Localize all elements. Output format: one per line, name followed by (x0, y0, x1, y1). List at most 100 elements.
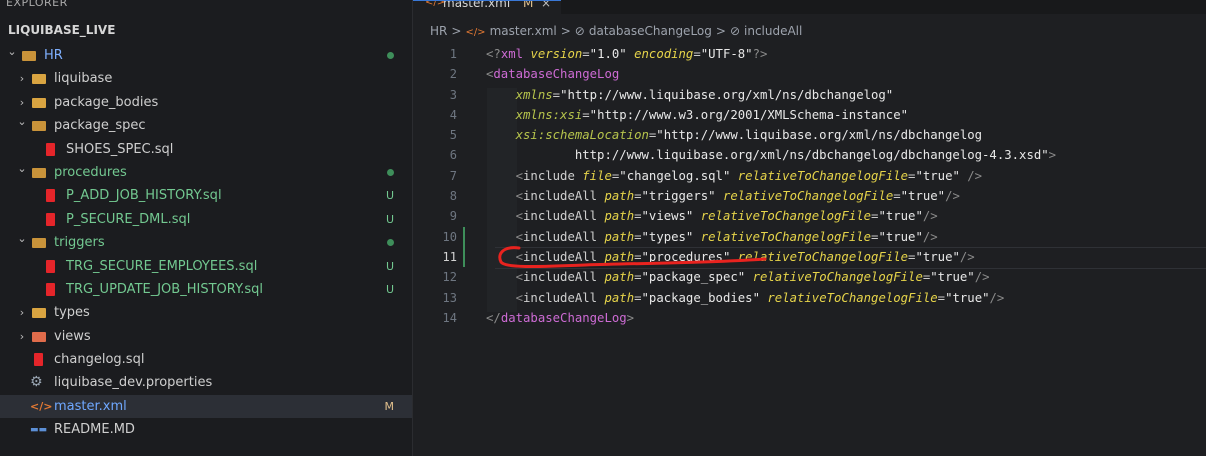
file-tree: ⌄ HR › liquibase › package_bodies ⌄ package_spe… (0, 44, 412, 442)
tree-item-label: P_ADD_JOB_HISTORY.sql (66, 188, 222, 204)
code-line[interactable]: 14 </databaseChangeLog> (413, 308, 1206, 328)
breadcrumb-item[interactable]: HR (430, 24, 447, 38)
code-line[interactable]: 1 <?xml version="1.0" encoding="UTF-8"?> (413, 44, 1206, 64)
tree-item-trg-update-job-history-sql[interactable]: TRG_UPDATE_JOB_HISTORY.sql U (0, 278, 412, 301)
code-text: <includeAll path="triggers" relativeToCh… (515, 189, 960, 204)
markdown-file-icon: ▬▬ (30, 425, 48, 436)
line-number: 13 (442, 290, 457, 305)
code-text: <?xml version="1.0" encoding="UTF-8"?> (486, 47, 768, 61)
line-number: 4 (449, 107, 457, 122)
tree-item-changelog-sql[interactable]: changelog.sql (0, 348, 412, 371)
git-status-dot (387, 239, 394, 247)
git-status-badge: U (385, 212, 394, 226)
code-line[interactable]: 2 <databaseChangeLog (413, 64, 1206, 84)
xml-file-icon: </> (30, 399, 53, 413)
tree-item-package-spec[interactable]: ⌄ package_spec (0, 114, 412, 137)
breadcrumb-item[interactable]: master.xml (490, 24, 557, 38)
code-text: <includeAll path="views" relativeToChang… (515, 209, 938, 224)
tree-item-label: liquibase (54, 71, 113, 87)
code-line[interactable]: 7 <include file="changelog.sql" relative… (413, 166, 1206, 186)
xml-file-icon: </> (465, 27, 486, 38)
chevron-right-icon[interactable]: › (16, 301, 28, 324)
breadcrumb-item[interactable]: databaseChangeLog (589, 24, 712, 38)
explorer-sidebar: EXPLORER ··· LIQUIBASE_LIVE ⌄ HR › liquibas… (0, 0, 413, 456)
sql-file-icon (46, 259, 55, 273)
sql-file-icon (46, 282, 55, 296)
tree-item-label: TRG_SECURE_EMPLOYEES.sql (66, 258, 258, 274)
line-number: 1 (449, 47, 457, 61)
folder-icon (32, 331, 46, 342)
line-number: 9 (449, 209, 457, 224)
code-line[interactable]: 11 <includeAll path="procedures" relativ… (413, 246, 1206, 267)
git-change-marker (463, 246, 465, 267)
line-number: 8 (449, 189, 457, 204)
tree-item-label: SHOES_SPEC.sql (66, 141, 174, 157)
chevron-right-icon[interactable]: › (16, 67, 28, 90)
code-line[interactable]: 8 <includeAll path="triggers" relativeTo… (413, 186, 1206, 206)
line-number: 12 (442, 270, 457, 285)
tree-item-shoes-spec-sql[interactable]: SHOES_SPEC.sql (0, 138, 412, 161)
breadcrumb-item[interactable]: includeAll (744, 24, 802, 38)
tree-item-procedures[interactable]: ⌄ procedures (0, 161, 412, 184)
tree-item-p-secure-dml-sql[interactable]: P_SECURE_DML.sql U (0, 208, 412, 231)
code-line[interactable]: 3 xmlns="http://www.liquibase.org/xml/ns… (413, 85, 1206, 105)
tab-master-xml[interactable]: </> master.xml M × (413, 0, 561, 15)
git-status-dot (387, 52, 394, 59)
line-number: 10 (442, 229, 457, 244)
code-editor[interactable]: 1 <?xml version="1.0" encoding="UTF-8"?> 2… (413, 44, 1206, 328)
workspace-root[interactable]: LIQUIBASE_LIVE (8, 23, 115, 37)
close-icon[interactable]: × (541, 1, 551, 10)
code-text: <includeAll path="procedures" relativeTo… (515, 249, 975, 264)
chevron-right-icon[interactable]: › (16, 325, 28, 348)
tree-item-p-add-job-history-sql[interactable]: P_ADD_JOB_HISTORY.sql U (0, 184, 412, 207)
code-text: <databaseChangeLog (486, 67, 620, 82)
chevron-down-icon[interactable]: ⌄ (6, 40, 18, 63)
sql-file-icon (46, 142, 55, 156)
breadcrumb-separator: > (451, 24, 462, 38)
tree-item-liquibase[interactable]: › liquibase (0, 67, 412, 90)
git-status-badge: U (385, 259, 394, 273)
code-line[interactable]: 9 <includeAll path="views" relativeToCha… (413, 206, 1206, 226)
folder-open-icon (32, 167, 46, 178)
tree-item-trg-secure-employees-sql[interactable]: TRG_SECURE_EMPLOYEES.sql U (0, 255, 412, 278)
line-number: 14 (442, 310, 457, 325)
tree-item-label: procedures (54, 164, 127, 180)
code-text: xmlns:xsi="http://www.w3.org/2001/XMLSch… (515, 107, 909, 122)
code-text: <includeAll path="package_bodies" relati… (515, 290, 1005, 305)
breadcrumb-separator: > (560, 24, 571, 38)
tree-item-types[interactable]: › types (0, 301, 412, 324)
git-status-badge: U (385, 189, 394, 203)
folder-open-icon (32, 121, 46, 132)
tree-item-views[interactable]: › views (0, 325, 412, 348)
code-text: <include file="changelog.sql" relativeTo… (515, 168, 983, 183)
chevron-down-icon[interactable]: ⌄ (16, 110, 28, 133)
code-line[interactable]: 6 http://www.liquibase.org/xml/ns/dbchan… (413, 145, 1206, 165)
code-line[interactable]: 4 xmlns:xsi="http://www.w3.org/2001/XMLS… (413, 105, 1206, 125)
ellipsis-icon[interactable]: ··· (375, 0, 390, 7)
folder-icon (32, 97, 46, 108)
element-icon: ⊘ (729, 24, 740, 38)
code-line[interactable]: 12 <includeAll path="package_spec" relat… (413, 267, 1206, 287)
code-text: </databaseChangeLog> (486, 310, 635, 325)
code-line[interactable]: 5 xsi:schemaLocation="http://www.liquiba… (413, 125, 1206, 145)
tree-item-liquibase-dev-properties[interactable]: ⚙ liquibase_dev.properties (0, 371, 412, 394)
code-line[interactable]: 13 <includeAll path="package_bodies" rel… (413, 288, 1206, 308)
git-status-badge: M (384, 399, 395, 413)
sql-file-icon (34, 353, 43, 367)
tree-item-hr[interactable]: ⌄ HR (0, 44, 412, 67)
tree-item-master-xml[interactable]: </> master.xml M (0, 394, 412, 419)
tree-item-label: liquibase_dev.properties (54, 375, 213, 391)
element-icon: ⊘ (574, 24, 585, 38)
chevron-down-icon[interactable]: ⌄ (16, 227, 28, 250)
tree-item-readme-md[interactable]: ▬▬ README.MD (0, 418, 412, 441)
tree-item-triggers[interactable]: ⌄ triggers (0, 231, 412, 254)
code-line[interactable]: 10 <includeAll path="types" relativeToCh… (413, 226, 1206, 247)
tree-item-package-bodies[interactable]: › package_bodies (0, 91, 412, 114)
folder-icon (32, 74, 46, 85)
chevron-down-icon[interactable]: ⌄ (16, 157, 28, 180)
modified-badge: M (523, 0, 534, 10)
line-number: 6 (449, 148, 457, 163)
folder-open-icon (32, 238, 46, 249)
workspace-root-label: LIQUIBASE_LIVE (8, 23, 116, 37)
tree-item-label: HR (44, 48, 63, 63)
